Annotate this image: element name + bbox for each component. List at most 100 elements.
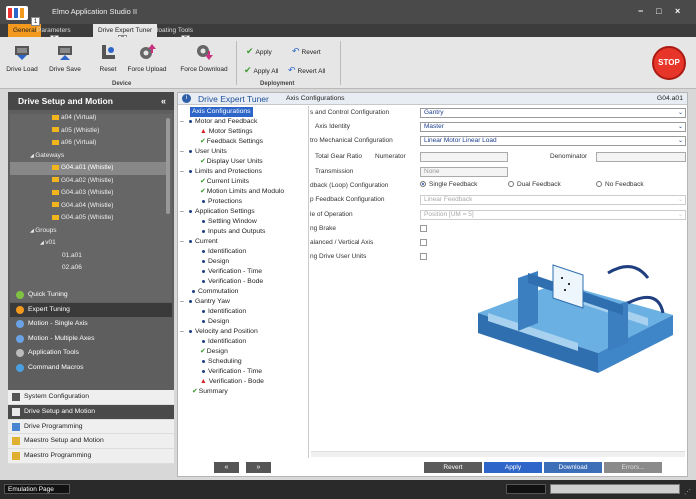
undo-arrow-icon: ↶ — [292, 46, 300, 56]
denominator-input[interactable] — [596, 152, 686, 162]
section-motion-multiple-axes[interactable]: Motion - Multiple Axes — [10, 332, 172, 347]
collapse-icon[interactable]: – — [180, 327, 189, 337]
force-download-button[interactable]: Force Download — [178, 43, 230, 73]
drive-load-button[interactable]: Drive Load — [4, 43, 40, 73]
brake-checkbox[interactable] — [420, 225, 427, 232]
drive-user-units-checkbox[interactable] — [420, 253, 427, 260]
config-tree-item[interactable]: ✔Feedback Settings — [200, 137, 263, 147]
reset-button[interactable]: Reset — [96, 43, 120, 73]
config-tree-item[interactable]: ✔Design — [200, 347, 228, 357]
config-tree-item[interactable]: Axis Configurations — [190, 107, 253, 117]
force-upload-button[interactable]: Force Upload — [126, 43, 168, 73]
minimize-button[interactable]: − — [638, 6, 643, 16]
config-tree-item[interactable]: Commutation — [192, 287, 238, 297]
single-feedback-radio[interactable]: Single Feedback — [420, 181, 477, 188]
tree-item[interactable]: ◢ v01 — [10, 237, 166, 250]
nav-maestro-setup-and-motion[interactable]: Maestro Setup and Motion — [8, 434, 174, 450]
nav-system-configuration[interactable]: System Configuration — [8, 390, 174, 405]
config-tree-item[interactable]: ✔Current Limits — [200, 177, 249, 187]
errors-button[interactable]: Errors... — [604, 462, 662, 473]
tree-item[interactable]: G04.a02 (Whistle) — [10, 175, 166, 188]
config-tree-item[interactable]: Design — [202, 317, 229, 327]
tree-item-label: a05 (Whistle) — [61, 126, 100, 134]
collapse-icon[interactable]: – — [180, 167, 189, 177]
config-tree-item[interactable]: Verification - Time — [202, 267, 262, 277]
section-expert-tuning[interactable]: Expert Tuning — [10, 302, 172, 317]
config-tree-item[interactable]: ✔Display User Units — [200, 157, 263, 167]
config-tree-item[interactable]: Identification — [202, 337, 246, 347]
config-tree-item[interactable]: Inputs and Outputs — [202, 227, 265, 237]
config-tree-item[interactable]: Settling Window — [202, 217, 257, 227]
config-tree-item[interactable]: Identification — [202, 247, 246, 257]
tree-item[interactable]: G04.a01 (Whistle) — [10, 162, 166, 175]
revert-all-button[interactable]: ↶ Revert All — [288, 65, 325, 76]
mode-dropdown[interactable]: Position [UM = 5] ⌄ — [420, 210, 686, 220]
collapse-icon[interactable]: – — [180, 297, 189, 307]
tree-item[interactable]: G04.a05 (Whistle) — [10, 212, 166, 225]
apply-button[interactable]: ✔ Apply — [246, 46, 272, 57]
config-tree-item[interactable]: – Motor and Feedback — [180, 117, 257, 127]
config-tree-item[interactable]: – User Units — [180, 147, 227, 157]
maximize-button[interactable]: □ — [656, 6, 661, 16]
apply-all-button[interactable]: ✔ Apply All — [244, 65, 278, 76]
config-tree-item[interactable]: – Gantry Yaw — [180, 297, 230, 307]
next-page-button[interactable]: » — [246, 462, 271, 473]
config-tree-item[interactable]: Identification — [202, 307, 246, 317]
collapse-icon[interactable]: – — [180, 237, 189, 247]
config-tree-item[interactable]: ✔Summary — [192, 387, 228, 397]
config-tree-item[interactable]: – Current — [180, 237, 218, 247]
collapse-icon[interactable]: – — [180, 147, 189, 157]
balanced-axis-checkbox[interactable] — [420, 239, 427, 246]
revert-button-bottom[interactable]: Revert — [424, 462, 482, 473]
stop-button[interactable]: STOP — [652, 46, 686, 80]
section-quick-tuning[interactable]: Quick Tuning — [10, 288, 172, 303]
tree-item[interactable]: 02.a06 — [10, 262, 166, 275]
section-command-macros[interactable]: Command Macros — [10, 361, 172, 376]
config-tree-item[interactable]: Design — [202, 257, 229, 267]
section-application-tools[interactable]: Application Tools — [10, 346, 172, 361]
config-tree-item[interactable]: Verification - Time — [202, 367, 262, 377]
apply-button-bottom[interactable]: Apply — [484, 462, 542, 473]
dual-feedback-radio[interactable]: Dual Feedback — [508, 181, 561, 188]
nav-maestro-programming[interactable]: Maestro Programming — [8, 449, 174, 464]
config-tree-item[interactable]: ✔Motion Limits and Modulo — [200, 187, 284, 197]
tree-item[interactable]: G04.a04 (Whistle) — [10, 200, 166, 213]
tree-scrollbar[interactable] — [166, 118, 170, 214]
transmission-field[interactable]: None — [420, 167, 508, 177]
tree-item[interactable]: ◢ Gateways — [10, 150, 166, 163]
collapse-icon[interactable]: – — [180, 207, 189, 217]
collapse-panel-icon[interactable]: « — [161, 92, 166, 110]
resize-grip-icon[interactable]: ⋰ — [684, 488, 691, 496]
tree-item[interactable]: ◢ Groups — [10, 225, 166, 238]
revert-button[interactable]: ↶ Revert — [292, 46, 321, 57]
control-config-dropdown[interactable]: Gantry ⌄ — [420, 108, 686, 118]
nav-drive-setup-and-motion[interactable]: Drive Setup and Motion — [8, 404, 174, 420]
tree-item[interactable]: G04.a03 (Whistle) — [10, 187, 166, 200]
axis-identity-dropdown[interactable]: Master ⌄ — [420, 122, 686, 132]
tab-floating-tools[interactable]: Floating Tools — [148, 24, 198, 37]
config-tree-item[interactable]: – Application Settings — [180, 207, 255, 217]
tree-item[interactable]: a04 (Virtual) — [10, 114, 166, 125]
prev-page-button[interactable]: « — [214, 462, 239, 473]
config-tree-item[interactable]: ▲ Verification - Bode — [200, 377, 264, 387]
section-motion-single-axis[interactable]: Motion - Single Axis — [10, 317, 172, 332]
collapse-icon[interactable]: – — [180, 117, 189, 127]
tree-item[interactable]: a06 (Virtual) — [10, 137, 166, 150]
tree-item[interactable]: 01.a01 — [10, 250, 166, 263]
config-tree-item[interactable]: Scheduling — [202, 357, 242, 367]
nav-drive-programming[interactable]: Drive Programming — [8, 420, 174, 435]
config-tree-item[interactable]: – Velocity and Position — [180, 327, 258, 337]
close-button[interactable]: × — [675, 6, 680, 16]
tree-item[interactable]: a05 (Whistle) — [10, 125, 166, 138]
drive-save-button[interactable]: Drive Save — [48, 43, 82, 73]
mech-config-dropdown[interactable]: Linear Motor Linear Load ⌄ — [420, 136, 686, 146]
download-button[interactable]: Download — [544, 462, 602, 473]
config-tree-item[interactable]: Verification - Bode — [202, 277, 263, 287]
config-tree-item[interactable]: – Limits and Protections — [180, 167, 262, 177]
feedback-config-dropdown[interactable]: Linear Feedback ⌄ — [420, 195, 686, 205]
no-feedback-radio[interactable]: No Feedback — [596, 181, 644, 188]
config-tree-item[interactable]: Protections — [202, 197, 242, 207]
horizontal-scrollbar[interactable] — [311, 451, 685, 457]
config-tree-item[interactable]: ▲ Motor Settings — [200, 127, 253, 137]
numerator-input[interactable] — [420, 152, 508, 162]
